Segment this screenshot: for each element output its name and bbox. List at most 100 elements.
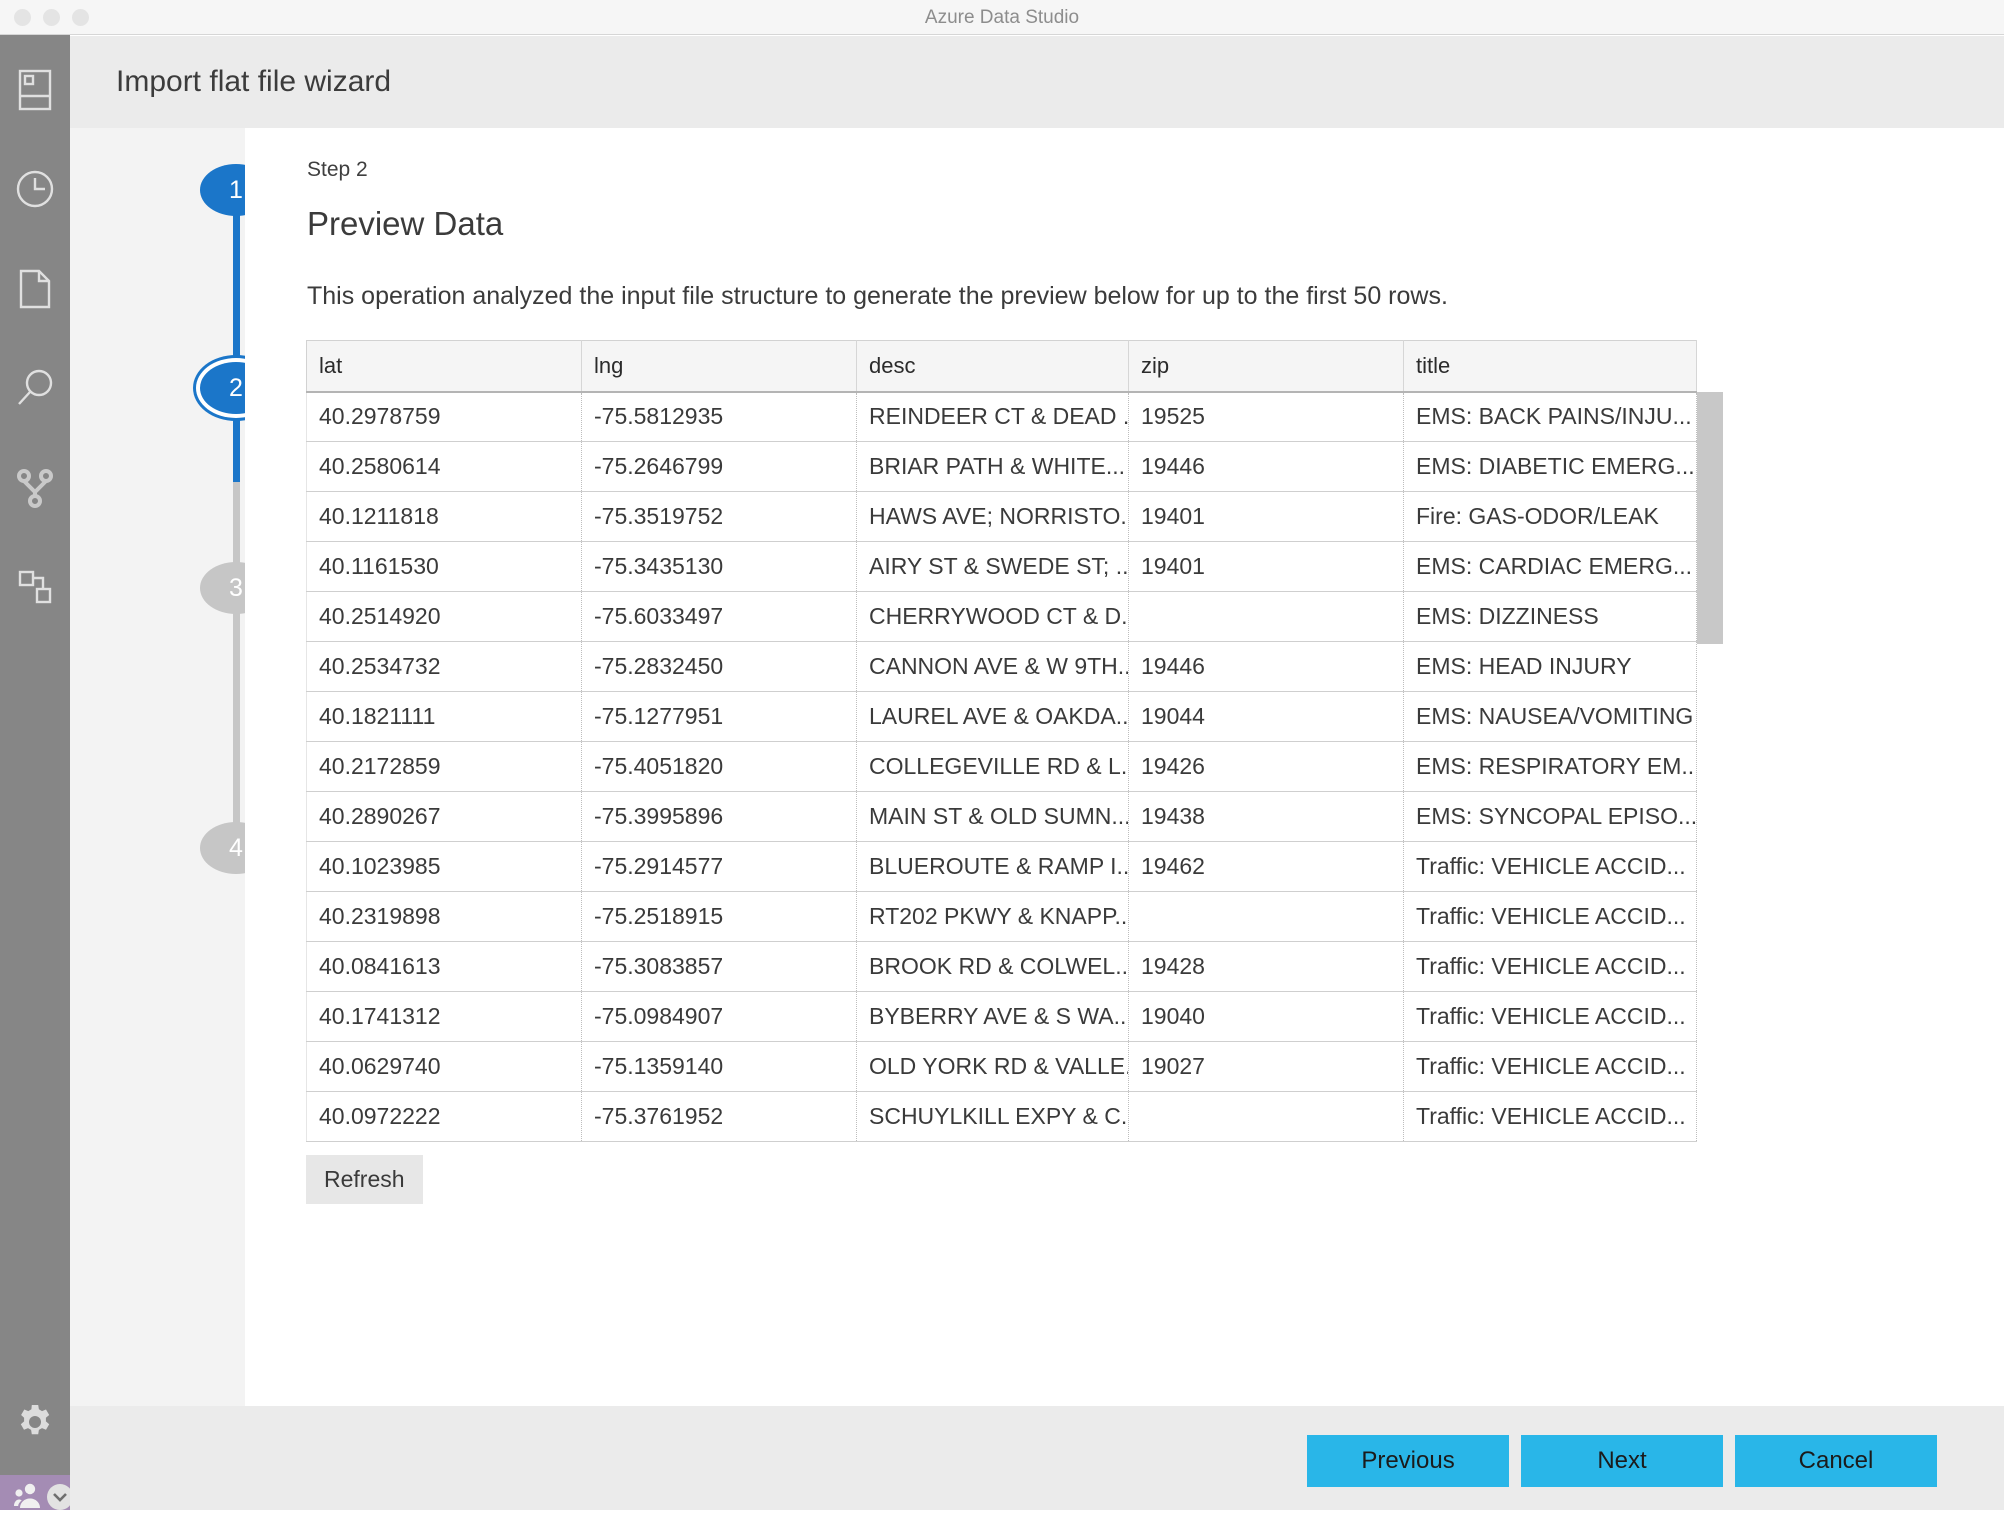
- extensions-icon[interactable]: [13, 565, 57, 609]
- preview-grid-vertical-scrollbar[interactable]: [1697, 392, 1723, 644]
- cell-zip[interactable]: 19428: [1128, 941, 1404, 992]
- cell-lat[interactable]: 40.2319898: [306, 891, 582, 942]
- table-row[interactable]: 40.2978759 -75.5812935 REINDEER CT & DEAD …: [306, 391, 1697, 442]
- search-magnifier-icon[interactable]: [13, 366, 57, 410]
- cell-desc[interactable]: BLUEROUTE & RAMP I...: [856, 841, 1129, 892]
- cell-desc[interactable]: CHERRYWOOD CT & D...: [856, 591, 1129, 642]
- cell-lat[interactable]: 40.0972222: [306, 1091, 582, 1142]
- cell-title[interactable]: Fire: GAS-ODOR/LEAK: [1403, 491, 1697, 542]
- cell-title[interactable]: EMS: HEAD INJURY: [1403, 641, 1697, 692]
- cell-desc[interactable]: OLD YORK RD & VALLE...: [856, 1041, 1129, 1092]
- cell-desc[interactable]: AIRY ST & SWEDE ST; ...: [856, 541, 1129, 592]
- cell-title[interactable]: EMS: CARDIAC EMERG...: [1403, 541, 1697, 592]
- preview-data-grid[interactable]: lat lng desc zip title 40.2978759 -75.581…: [306, 340, 1697, 1142]
- column-header-zip[interactable]: zip: [1128, 340, 1404, 393]
- previous-button[interactable]: Previous: [1307, 1435, 1509, 1487]
- cell-lng[interactable]: -75.3083857: [581, 941, 857, 992]
- cell-title[interactable]: Traffic: VEHICLE ACCID...: [1403, 991, 1697, 1042]
- cell-zip[interactable]: 19044: [1128, 691, 1404, 742]
- cell-lat[interactable]: 40.2580614: [306, 441, 582, 492]
- cell-lat[interactable]: 40.0841613: [306, 941, 582, 992]
- cell-zip[interactable]: 19525: [1128, 391, 1404, 442]
- cell-lng[interactable]: -75.2832450: [581, 641, 857, 692]
- cell-desc[interactable]: SCHUYLKILL EXPY & C...: [856, 1091, 1129, 1142]
- cell-zip[interactable]: [1128, 1091, 1404, 1142]
- cell-desc[interactable]: COLLEGEVILLE RD & L...: [856, 741, 1129, 792]
- table-row[interactable]: 40.1023985 -75.2914577 BLUEROUTE & RAMP I.…: [306, 841, 1697, 892]
- table-row[interactable]: 40.1741312 -75.0984907 BYBERRY AVE & S WA.…: [306, 991, 1697, 1042]
- cell-zip[interactable]: 19438: [1128, 791, 1404, 842]
- table-row[interactable]: 40.1161530 -75.3435130 AIRY ST & SWEDE ST;…: [306, 541, 1697, 592]
- cell-desc[interactable]: HAWS AVE; NORRISTO...: [856, 491, 1129, 542]
- accounts-person-icon[interactable]: [14, 1480, 42, 1508]
- cell-zip[interactable]: 19446: [1128, 441, 1404, 492]
- cell-zip[interactable]: 19401: [1128, 491, 1404, 542]
- table-row[interactable]: 40.2890267 -75.3995896 MAIN ST & OLD SUMN.…: [306, 791, 1697, 842]
- cell-title[interactable]: EMS: RESPIRATORY EM...: [1403, 741, 1697, 792]
- table-row[interactable]: 40.2319898 -75.2518915 RT202 PKWY & KNAPP.…: [306, 891, 1697, 942]
- cell-lng[interactable]: -75.3995896: [581, 791, 857, 842]
- cell-title[interactable]: EMS: DIABETIC EMERG...: [1403, 441, 1697, 492]
- table-row[interactable]: 40.2534732 -75.2832450 CANNON AVE & W 9TH.…: [306, 641, 1697, 692]
- cell-lat[interactable]: 40.0629740: [306, 1041, 582, 1092]
- cell-zip[interactable]: 19462: [1128, 841, 1404, 892]
- cell-lat[interactable]: 40.1741312: [306, 991, 582, 1042]
- cell-title[interactable]: Traffic: VEHICLE ACCID...: [1403, 841, 1697, 892]
- cell-lng[interactable]: -75.4051820: [581, 741, 857, 792]
- cell-title[interactable]: Traffic: VEHICLE ACCID...: [1403, 891, 1697, 942]
- cell-lat[interactable]: 40.2890267: [306, 791, 582, 842]
- cell-lat[interactable]: 40.1211818: [306, 491, 582, 542]
- next-button[interactable]: Next: [1521, 1435, 1723, 1487]
- cell-title[interactable]: EMS: BACK PAINS/INJU...: [1403, 391, 1697, 442]
- gear-icon[interactable]: [13, 1400, 57, 1444]
- column-header-lng[interactable]: lng: [581, 340, 857, 393]
- cell-desc[interactable]: BROOK RD & COLWEL...: [856, 941, 1129, 992]
- source-control-branch-icon[interactable]: [13, 466, 57, 510]
- table-row[interactable]: 40.1211818 -75.3519752 HAWS AVE; NORRISTO.…: [306, 491, 1697, 542]
- table-row[interactable]: 40.2172859 -75.4051820 COLLEGEVILLE RD & L…: [306, 741, 1697, 792]
- cell-lng[interactable]: -75.3761952: [581, 1091, 857, 1142]
- cell-lng[interactable]: -75.0984907: [581, 991, 857, 1042]
- cancel-button[interactable]: Cancel: [1735, 1435, 1937, 1487]
- table-row[interactable]: 40.2514920 -75.6033497 CHERRYWOOD CT & D..…: [306, 591, 1697, 642]
- cell-zip[interactable]: 19027: [1128, 1041, 1404, 1092]
- cell-title[interactable]: Traffic: VEHICLE ACCID...: [1403, 1041, 1697, 1092]
- cell-lng[interactable]: -75.2646799: [581, 441, 857, 492]
- cell-lng[interactable]: -75.1359140: [581, 1041, 857, 1092]
- cell-lng[interactable]: -75.2914577: [581, 841, 857, 892]
- history-clock-icon[interactable]: [13, 167, 57, 211]
- cell-lat[interactable]: 40.2978759: [306, 391, 582, 442]
- column-header-title[interactable]: title: [1403, 340, 1697, 393]
- cell-desc[interactable]: BRIAR PATH & WHITE...: [856, 441, 1129, 492]
- table-row[interactable]: 40.2580614 -75.2646799 BRIAR PATH & WHITE.…: [306, 441, 1697, 492]
- cell-desc[interactable]: BYBERRY AVE & S WA...: [856, 991, 1129, 1042]
- cell-zip[interactable]: [1128, 591, 1404, 642]
- column-header-lat[interactable]: lat: [306, 340, 582, 393]
- cell-lng[interactable]: -75.5812935: [581, 391, 857, 442]
- refresh-button[interactable]: Refresh: [306, 1155, 423, 1204]
- cell-zip[interactable]: 19426: [1128, 741, 1404, 792]
- table-row[interactable]: 40.1821111 -75.1277951 LAUREL AVE & OAKDA.…: [306, 691, 1697, 742]
- servers-icon[interactable]: [13, 68, 57, 112]
- cell-desc[interactable]: CANNON AVE & W 9TH...: [856, 641, 1129, 692]
- cell-zip[interactable]: 19446: [1128, 641, 1404, 692]
- cell-zip[interactable]: 19040: [1128, 991, 1404, 1042]
- cell-lng[interactable]: -75.3519752: [581, 491, 857, 542]
- cell-desc[interactable]: RT202 PKWY & KNAPP...: [856, 891, 1129, 942]
- cell-lat[interactable]: 40.2534732: [306, 641, 582, 692]
- table-row[interactable]: 40.0629740 -75.1359140 OLD YORK RD & VALLE…: [306, 1041, 1697, 1092]
- cell-title[interactable]: EMS: SYNCOPAL EPISO...: [1403, 791, 1697, 842]
- cell-zip[interactable]: 19401: [1128, 541, 1404, 592]
- cell-lng[interactable]: -75.2518915: [581, 891, 857, 942]
- cell-lat[interactable]: 40.1821111: [306, 691, 582, 742]
- cell-title[interactable]: Traffic: VEHICLE ACCID...: [1403, 941, 1697, 992]
- file-page-icon[interactable]: [13, 267, 57, 311]
- cell-lng[interactable]: -75.6033497: [581, 591, 857, 642]
- cell-title[interactable]: EMS: DIZZINESS: [1403, 591, 1697, 642]
- cell-lat[interactable]: 40.2172859: [306, 741, 582, 792]
- cell-lat[interactable]: 40.1161530: [306, 541, 582, 592]
- cell-lat[interactable]: 40.2514920: [306, 591, 582, 642]
- cell-lng[interactable]: -75.3435130: [581, 541, 857, 592]
- table-row[interactable]: 40.0841613 -75.3083857 BROOK RD & COLWEL..…: [306, 941, 1697, 992]
- table-row[interactable]: 40.0972222 -75.3761952 SCHUYLKILL EXPY & C…: [306, 1091, 1697, 1142]
